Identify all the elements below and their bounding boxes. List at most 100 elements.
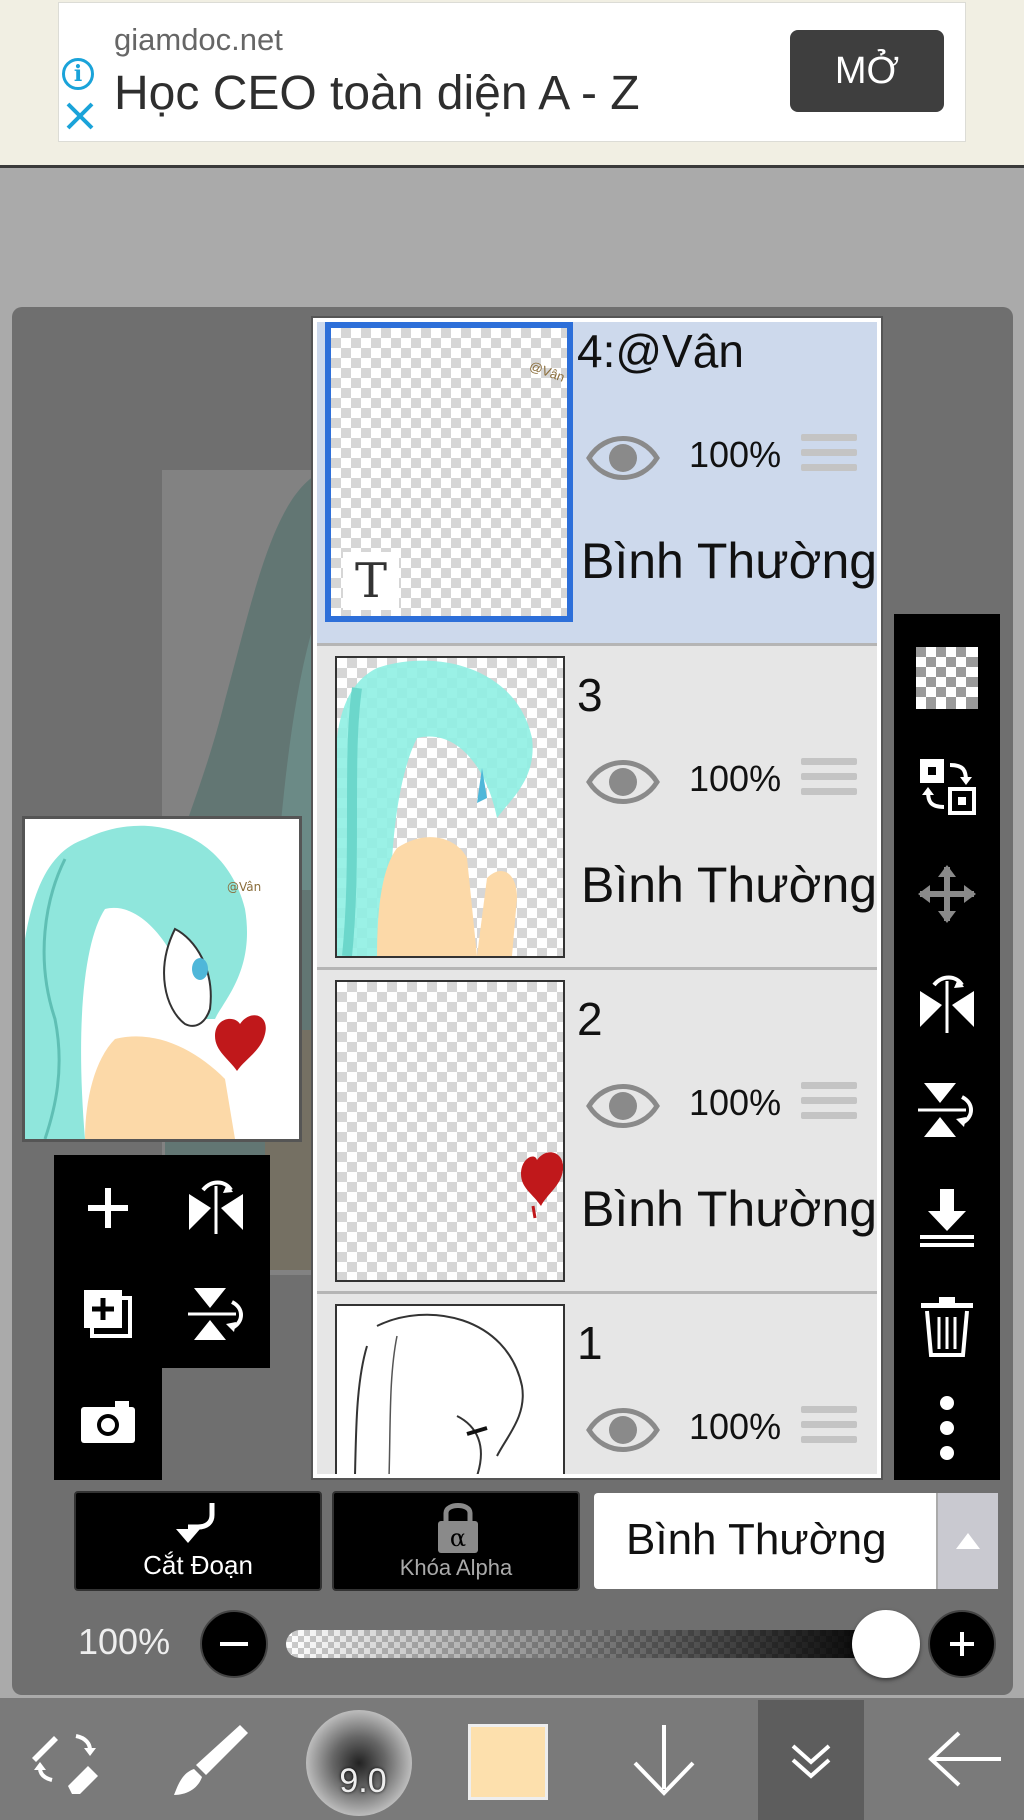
left-toolbar-bottom <box>54 1368 162 1480</box>
layer-blend-mode: Bình Thường <box>581 857 878 913</box>
swap-layer-button[interactable] <box>894 732 1000 840</box>
move-icon <box>918 865 976 923</box>
delete-layer-button[interactable] <box>894 1272 1000 1380</box>
minus-icon <box>220 1642 248 1646</box>
move-button[interactable] <box>894 840 1000 948</box>
brush-icon <box>174 1725 248 1795</box>
layer-3-artwork <box>337 660 533 956</box>
drag-handle-icon[interactable] <box>801 434 857 480</box>
triangle-up-icon <box>956 1533 980 1549</box>
layer-thumbnail[interactable] <box>335 1304 565 1474</box>
tool-switch-button[interactable] <box>10 1698 120 1820</box>
eye-icon[interactable] <box>585 1402 661 1458</box>
blend-mode-select[interactable]: Bình Thường <box>594 1493 998 1589</box>
swap-icon <box>920 759 976 815</box>
camera-button[interactable] <box>54 1368 162 1474</box>
alpha-lock-label: Khóa Alpha <box>399 1555 513 1580</box>
layer-thumbnail[interactable] <box>335 980 565 1282</box>
preview-artwork: @Vân <box>25 825 266 1139</box>
layer-name[interactable]: 3 <box>577 668 603 722</box>
ad-open-button[interactable]: MỞ <box>790 30 944 112</box>
merge-down-icon <box>920 1189 974 1247</box>
trash-icon <box>921 1297 973 1357</box>
eye-icon[interactable] <box>585 754 661 810</box>
drag-handle-icon[interactable] <box>801 1406 857 1452</box>
layer-blend-mode: Bình Thường <box>581 1181 878 1237</box>
layer-row[interactable]: 1 100% <box>317 1294 877 1474</box>
layer-panel-toggle-button[interactable] <box>758 1700 864 1820</box>
layer-row[interactable]: 3 100% Bình Thường <box>317 646 877 970</box>
flip-layer-horizontal-button[interactable] <box>894 948 1000 1056</box>
flip-vertical-icon <box>188 1288 243 1340</box>
alpha-lock-button[interactable]: α Khóa Alpha <box>332 1491 580 1591</box>
layer-thumb-text: @Vân <box>527 358 567 385</box>
layer-opacity: 100% <box>689 1406 782 1447</box>
duplicate-layer-button[interactable] <box>54 1261 162 1367</box>
drag-handle-icon[interactable] <box>801 1082 857 1128</box>
opacity-value: 100% <box>78 1621 171 1662</box>
layer-thumbnail[interactable] <box>335 656 565 958</box>
layer-opacity: 100% <box>689 1082 782 1123</box>
more-options-button[interactable] <box>894 1374 1000 1482</box>
brush-eraser-swap-icon <box>32 1734 98 1794</box>
flip-vertical-icon <box>918 1083 973 1137</box>
opacity-decrease-button[interactable] <box>200 1610 268 1678</box>
layer-thumbnail[interactable]: T @Vân <box>325 322 573 622</box>
add-layer-button[interactable] <box>54 1155 162 1261</box>
plus-icon <box>950 1632 974 1656</box>
opacity-increase-button[interactable] <box>928 1610 996 1678</box>
flip-vertical-button[interactable] <box>162 1261 270 1367</box>
brush-tool-button[interactable] <box>160 1698 260 1820</box>
flip-layer-vertical-button[interactable] <box>894 1056 1000 1164</box>
flip-horizontal-icon <box>189 1180 243 1234</box>
layer-down-button[interactable] <box>614 1698 714 1820</box>
plus-icon <box>88 1188 128 1228</box>
canvas-preview[interactable]: @Vân <box>22 816 302 1142</box>
color-swatch[interactable] <box>468 1724 548 1800</box>
clipping-button[interactable]: Cắt Đoạn <box>74 1491 322 1591</box>
merge-down-button[interactable] <box>894 1164 1000 1272</box>
transparency-button[interactable] <box>894 624 1000 732</box>
left-toolbar <box>54 1155 270 1368</box>
ad-title[interactable]: Học CEO toàn diện A - Z <box>114 66 640 121</box>
svg-text:@Vân: @Vân <box>227 880 261 894</box>
checkerboard-icon <box>916 647 978 709</box>
layer-row[interactable]: T @Vân 4:@Vân 100% Bình Thường <box>317 322 877 646</box>
clip-arrow-icon <box>176 1503 215 1543</box>
eye-icon[interactable] <box>585 1078 661 1134</box>
lock-icon: α <box>438 1503 478 1553</box>
right-toolbar <box>894 614 1000 1480</box>
brush-size-value: 9.0 <box>339 1762 387 1800</box>
drag-handle-icon[interactable] <box>801 758 857 804</box>
back-button[interactable] <box>910 1698 1020 1820</box>
blend-mode-value: Bình Thường <box>626 1515 887 1564</box>
flip-horizontal-button[interactable] <box>162 1155 270 1261</box>
camera-icon <box>81 1401 135 1443</box>
more-vertical-icon <box>940 1396 954 1460</box>
arrow-down-icon <box>633 1725 695 1796</box>
opacity-slider-handle[interactable] <box>852 1610 920 1678</box>
duplicate-icon <box>84 1290 132 1338</box>
blend-mode-dropdown-button[interactable] <box>936 1493 998 1589</box>
ad-domain: giamdoc.net <box>114 22 283 57</box>
eye-icon[interactable] <box>585 430 661 486</box>
ad-info-icon[interactable]: i <box>62 58 94 90</box>
layer-row[interactable]: 2 100% Bình Thường <box>317 970 877 1294</box>
ad-close-icon[interactable] <box>62 98 98 134</box>
layer-opacity: 100% <box>689 434 782 475</box>
double-chevron-down-icon <box>791 1744 831 1779</box>
svg-text:α: α <box>450 1524 466 1552</box>
layer-2-artwork <box>521 1152 563 1219</box>
layer-panel: T @Vân 4:@Vân 100% Bình Thường 3 100% Bì… <box>313 318 881 1478</box>
opacity-slider-track[interactable] <box>286 1630 888 1658</box>
layer-name[interactable]: 2 <box>577 992 603 1046</box>
arrow-left-icon <box>928 1731 1001 1787</box>
layer-name[interactable]: 4:@Vân <box>577 324 744 378</box>
layer-blend-mode: Bình Thường <box>581 533 878 589</box>
clipping-label: Cắt Đoạn <box>143 1550 253 1580</box>
layer-1-artwork <box>354 1313 524 1474</box>
flip-horizontal-icon <box>920 975 974 1033</box>
layer-opacity: 100% <box>689 758 782 799</box>
text-layer-badge: T <box>343 552 399 610</box>
layer-name[interactable]: 1 <box>577 1316 603 1370</box>
